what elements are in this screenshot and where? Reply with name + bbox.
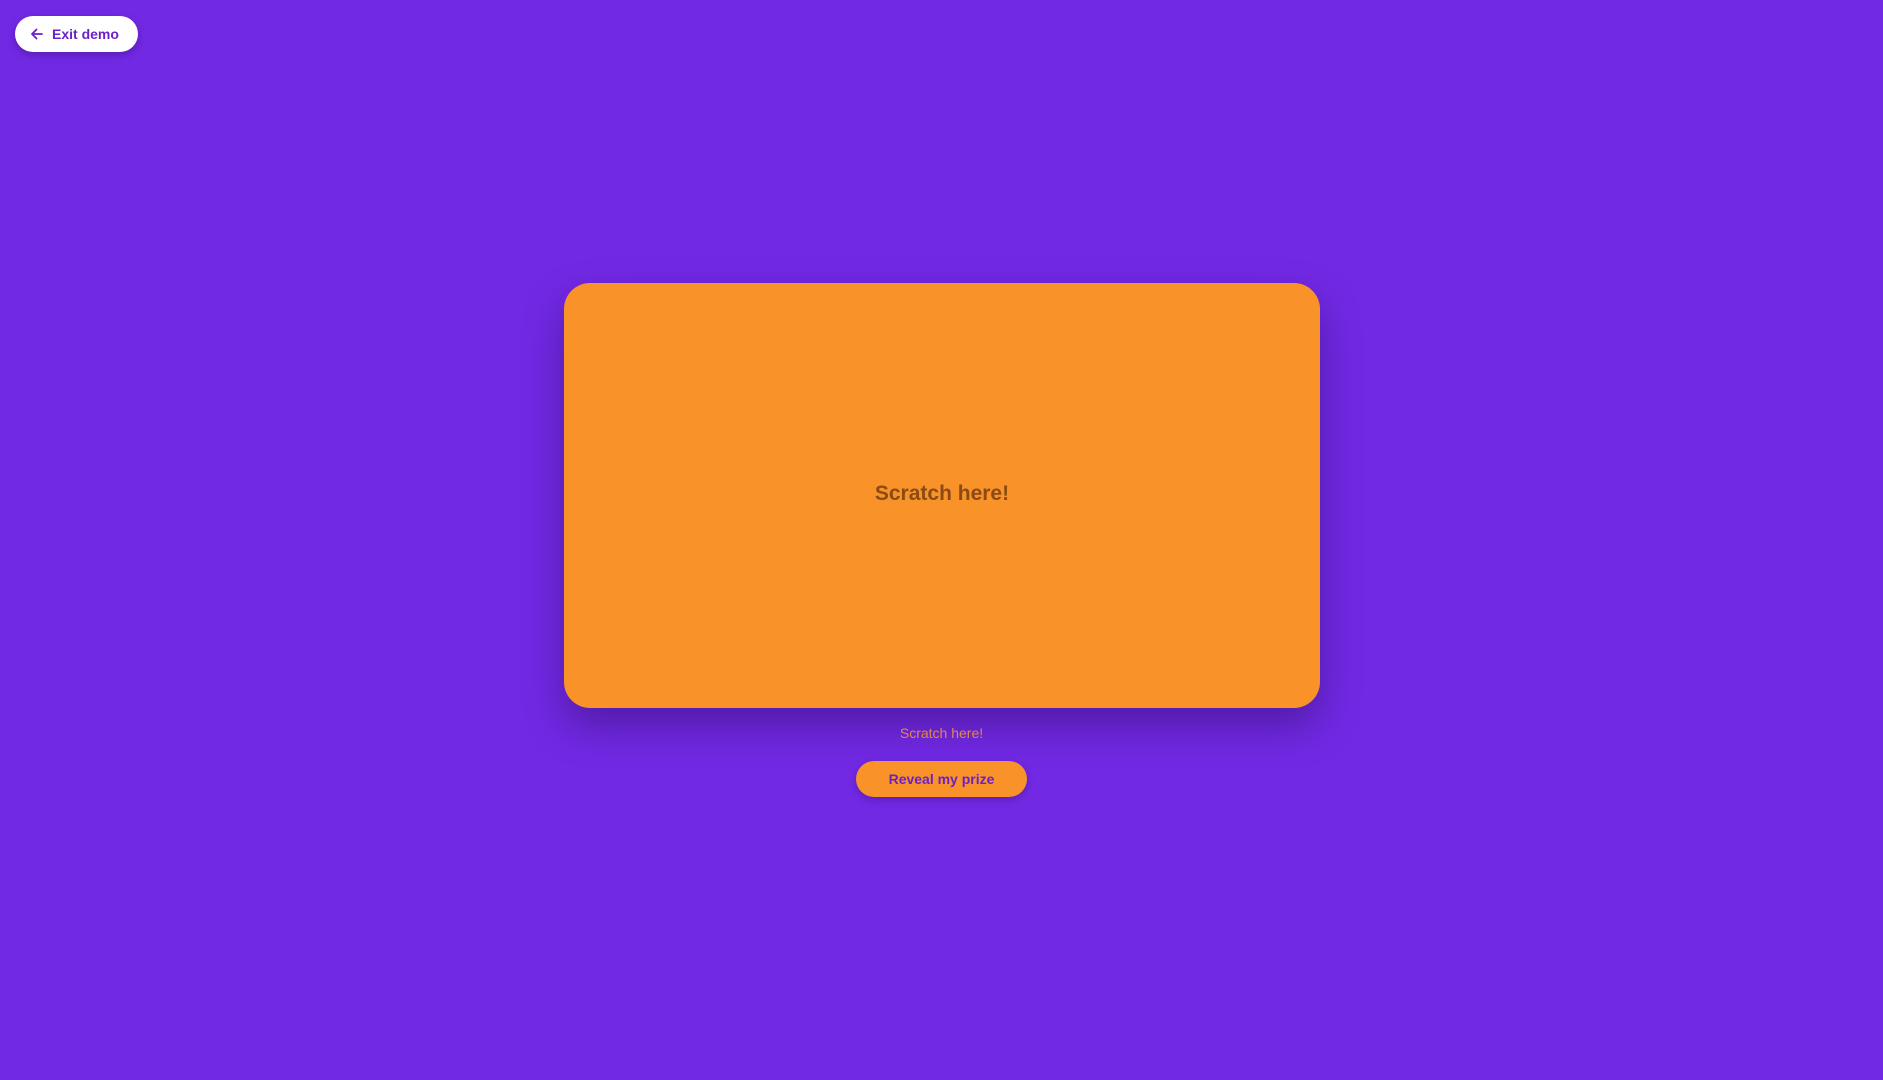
reveal-prize-label: Reveal my prize bbox=[888, 771, 995, 787]
exit-demo-button[interactable]: Exit demo bbox=[15, 16, 138, 52]
scratch-hint: Scratch here! bbox=[899, 725, 984, 741]
reveal-prize-button[interactable]: Reveal my prize bbox=[856, 761, 1027, 797]
exit-demo-label: Exit demo bbox=[52, 26, 119, 42]
arrow-left-icon bbox=[30, 27, 44, 41]
scratch-card[interactable]: Scratch here! bbox=[564, 283, 1320, 708]
scratch-card-overlay-text: Scratch here! bbox=[874, 482, 1010, 505]
